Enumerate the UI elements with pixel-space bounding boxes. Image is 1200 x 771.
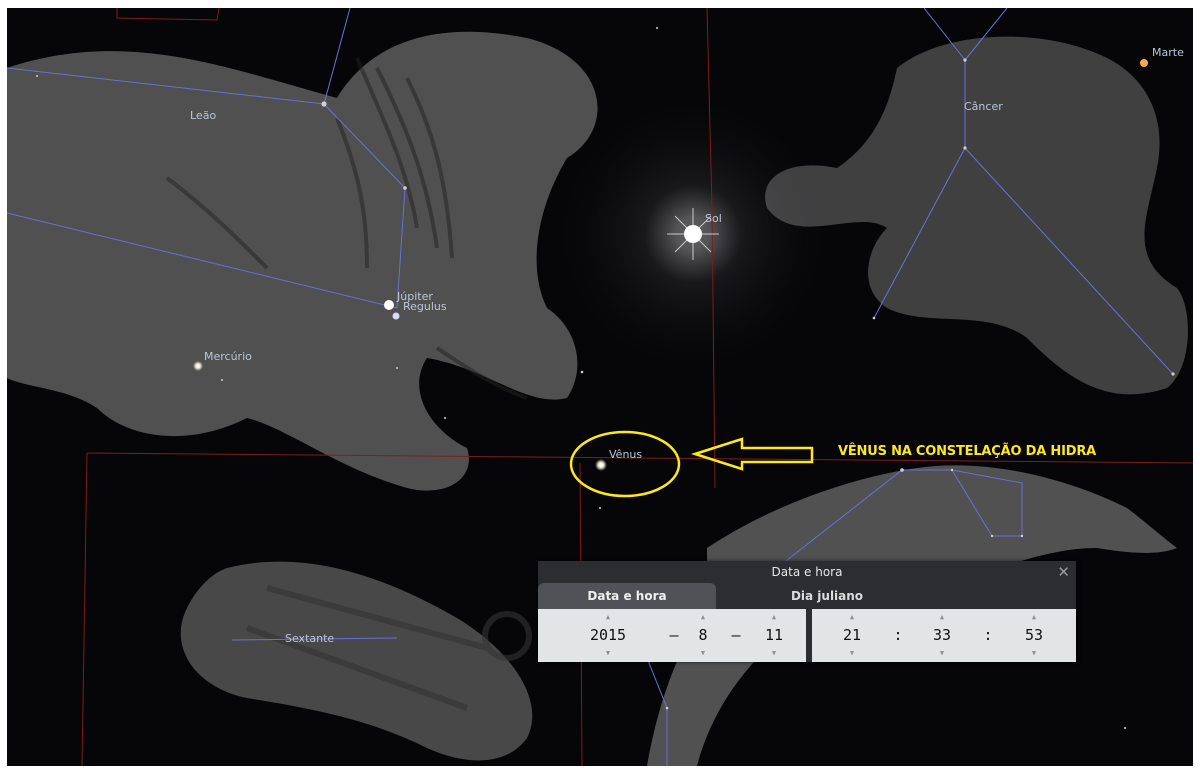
sextant-figure [180, 561, 533, 761]
tab-data-e-hora[interactable]: Data e hora [538, 583, 716, 609]
date-separator: – [669, 626, 679, 644]
down-arrow-icon[interactable]: ▼ [924, 649, 960, 657]
hour-spinner[interactable]: ▲ 21 ▼ [834, 609, 870, 662]
annotation-text: VÊNUS NA CONSTELAÇÃO DA HIDRA [838, 444, 1096, 459]
date-separator: – [731, 626, 741, 644]
date-time-dialog: Data e hora ✕ Data e hora Dia juliano ▲ … [538, 561, 1076, 662]
tab-dia-juliano[interactable]: Dia juliano [716, 583, 938, 609]
hour-value[interactable]: 21 [834, 623, 870, 647]
dialog-title: Data e hora [771, 565, 843, 579]
day-value[interactable]: 11 [754, 623, 794, 647]
mars-dot [1140, 59, 1148, 67]
label-sol: Sol [705, 212, 722, 225]
regulus-dot [392, 312, 400, 320]
leo-figure [7, 31, 598, 491]
second-value[interactable]: 53 [1016, 623, 1052, 647]
highlight-ellipse [569, 430, 681, 498]
down-arrow-icon[interactable]: ▼ [578, 649, 638, 657]
day-spinner[interactable]: ▲ 11 ▼ [754, 609, 794, 662]
label-venus: Vênus [609, 448, 643, 461]
up-arrow-icon[interactable]: ▲ [1016, 613, 1052, 621]
label-mercurio: Mercúrio [204, 350, 252, 363]
up-arrow-icon[interactable]: ▲ [754, 613, 794, 621]
down-arrow-icon[interactable]: ▼ [688, 649, 718, 657]
label-sextante: Sextante [285, 632, 335, 645]
venus-dot [595, 459, 607, 471]
time-separator: : [893, 626, 903, 644]
label-marte: Marte [1152, 46, 1184, 59]
arrow-icon [690, 437, 814, 471]
label-cancer: Câncer [964, 100, 1003, 113]
jupiter-dot [384, 300, 394, 310]
minute-value[interactable]: 33 [924, 623, 960, 647]
up-arrow-icon[interactable]: ▲ [924, 613, 960, 621]
year-spinner[interactable]: ▲ 2015 ▼ [578, 609, 638, 662]
time-separator: : [983, 626, 993, 644]
down-arrow-icon[interactable]: ▼ [1016, 649, 1052, 657]
close-icon[interactable]: ✕ [1057, 561, 1070, 583]
second-spinner[interactable]: ▲ 53 ▼ [1016, 609, 1052, 662]
month-value[interactable]: 8 [688, 623, 718, 647]
up-arrow-icon[interactable]: ▲ [834, 613, 870, 621]
minute-spinner[interactable]: ▲ 33 ▼ [924, 609, 960, 662]
down-arrow-icon[interactable]: ▼ [834, 649, 870, 657]
up-arrow-icon[interactable]: ▲ [688, 613, 718, 621]
label-leao: Leão [190, 109, 217, 122]
month-spinner[interactable]: ▲ 8 ▼ [688, 609, 718, 662]
up-arrow-icon[interactable]: ▲ [578, 613, 638, 621]
label-regulus: Regulus [403, 300, 447, 313]
mercury-dot [193, 361, 203, 371]
year-value[interactable]: 2015 [578, 623, 638, 647]
down-arrow-icon[interactable]: ▼ [754, 649, 794, 657]
